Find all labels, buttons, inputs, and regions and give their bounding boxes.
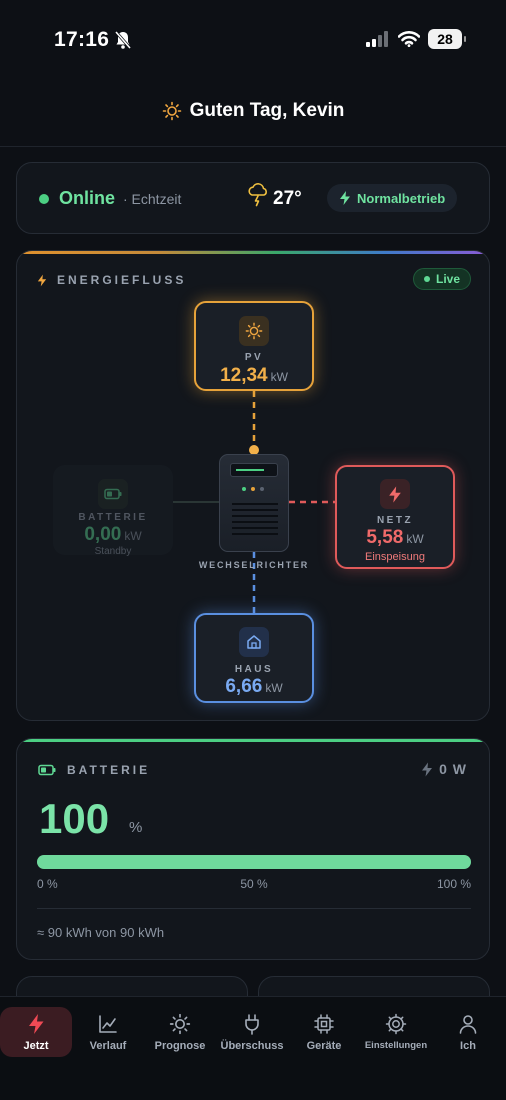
battery-scale: 0 % 50 % 100 % xyxy=(37,877,471,893)
bolt-icon xyxy=(340,191,350,205)
house-unit: kW xyxy=(265,681,283,695)
battery-node-unit: kW xyxy=(124,529,142,543)
battery-scale-mid: 50 % xyxy=(240,877,268,891)
tab-label: Überschuss xyxy=(220,1040,284,1052)
pv-label: PV xyxy=(244,352,264,363)
battery-node-value: 0,00 xyxy=(84,524,122,545)
grid-status: Einspeisung xyxy=(365,551,425,563)
mode-label: Normalbetrieb xyxy=(357,190,446,206)
chip-icon xyxy=(314,1014,334,1034)
battery-accent-bar xyxy=(17,739,489,742)
grid-unit: kW xyxy=(406,532,424,546)
grid-node[interactable]: NETZ 5,58 kW Einspeisung xyxy=(335,465,455,569)
pv-node[interactable]: PV 12,34 kW xyxy=(194,301,314,391)
weather-thunder-icon xyxy=(248,183,267,207)
header-divider xyxy=(0,146,506,147)
battery-percent-unit: % xyxy=(129,819,143,836)
status-bar: 17:16 28 xyxy=(0,0,506,80)
tab-label: Jetzt xyxy=(23,1040,49,1052)
inverter-device[interactable] xyxy=(219,454,289,552)
bolt-icon xyxy=(422,762,433,776)
battery-divider xyxy=(37,908,471,909)
bottom-tab-bar: Jetzt Verlauf Prognose Überschuss Geräte… xyxy=(0,996,506,1100)
chart-line-icon xyxy=(99,1015,117,1033)
bell-muted-icon xyxy=(114,31,132,49)
inverter-label: WECHSELRICHTER xyxy=(198,560,310,570)
grid-label: NETZ xyxy=(376,515,414,526)
battery-title: BATTERIE xyxy=(67,763,151,777)
tab-label: Prognose xyxy=(154,1040,206,1052)
wifi-icon xyxy=(398,31,420,47)
battery-node-value-row: 0,00 kW xyxy=(53,524,173,546)
plug-icon xyxy=(245,1014,259,1035)
realtime-label: · Echtzeit xyxy=(123,191,182,207)
house-icon xyxy=(239,627,269,657)
battery-capacity: ≈ 90 kWh von 90 kWh xyxy=(37,925,165,940)
tab-label: Verlauf xyxy=(89,1040,127,1052)
online-status: Online xyxy=(59,188,116,208)
tab-einstellungen[interactable]: Einstellungen xyxy=(360,1007,432,1057)
grid-value: 5,58 xyxy=(366,527,404,548)
pv-value: 12,34 xyxy=(220,365,268,386)
house-value: 6,66 xyxy=(225,676,263,697)
battery-icon xyxy=(38,764,56,776)
pv-unit: kW xyxy=(270,370,288,384)
energy-flow-card: ENERGIEFLUSS Live PV 12,34 kW BATTERIE 0… xyxy=(16,250,490,721)
inverter-leds xyxy=(242,487,264,491)
gear-icon xyxy=(385,1013,407,1035)
battery-power: 0 W xyxy=(439,761,467,777)
tab-ueberschuss[interactable]: Überschuss xyxy=(216,1007,288,1057)
inverter-vents xyxy=(232,503,278,539)
tab-verlauf[interactable]: Verlauf xyxy=(72,1007,144,1057)
inverter-screen xyxy=(230,463,278,477)
house-value-row: 6,66 kW xyxy=(196,676,312,698)
battery-percent: 100 xyxy=(39,795,110,842)
pv-value-row: 12,34 kW xyxy=(196,365,312,387)
bolt-icon xyxy=(29,1014,44,1034)
online-indicator xyxy=(39,194,49,204)
battery-progress-fill xyxy=(37,855,471,869)
battery-node-status: Standby xyxy=(94,546,132,557)
grid-value-row: 5,58 kW xyxy=(337,527,453,549)
battery-icon xyxy=(98,479,128,509)
battery-card[interactable]: BATTERIE 0 W 100 % 0 % 50 % 100 % ≈ 90 k… xyxy=(16,738,490,960)
cellular-signal-icon xyxy=(366,31,388,47)
battery-level: 28 xyxy=(428,29,466,49)
temperature: 27° xyxy=(273,188,302,209)
tab-prognose[interactable]: Prognose xyxy=(144,1007,216,1057)
battery-scale-min: 0 % xyxy=(37,877,58,891)
battery-node[interactable]: BATTERIE 0,00 kW Standby xyxy=(53,465,173,557)
sun-icon xyxy=(169,1013,191,1035)
tab-ich[interactable]: Ich xyxy=(432,1007,504,1057)
battery-node-label: BATTERIE xyxy=(78,512,148,523)
solar-sun-icon xyxy=(239,316,269,346)
tab-label: Ich xyxy=(460,1040,476,1052)
battery-scale-max: 100 % xyxy=(436,877,471,891)
status-time: 17:16 xyxy=(54,28,110,51)
sun-icon xyxy=(162,101,181,121)
greeting-text: Guten Tag, Kevin xyxy=(189,100,345,121)
tab-label: Geräte xyxy=(306,1040,342,1052)
house-node[interactable]: HAUS 6,66 kW xyxy=(194,613,314,703)
house-label: HAUS xyxy=(234,664,274,675)
greeting-header: Guten Tag, Kevin xyxy=(0,100,506,122)
tab-geraete[interactable]: Geräte xyxy=(288,1007,360,1057)
person-icon xyxy=(459,1015,477,1034)
tab-label: Einstellungen xyxy=(364,1040,428,1051)
tab-jetzt[interactable]: Jetzt xyxy=(0,1007,72,1057)
grid-bolt-icon xyxy=(380,479,410,509)
battery-progress-bar xyxy=(37,855,471,869)
status-card: Online · Echtzeit 27° Normalbetrieb xyxy=(16,162,490,234)
mode-badge[interactable]: Normalbetrieb xyxy=(327,184,458,212)
